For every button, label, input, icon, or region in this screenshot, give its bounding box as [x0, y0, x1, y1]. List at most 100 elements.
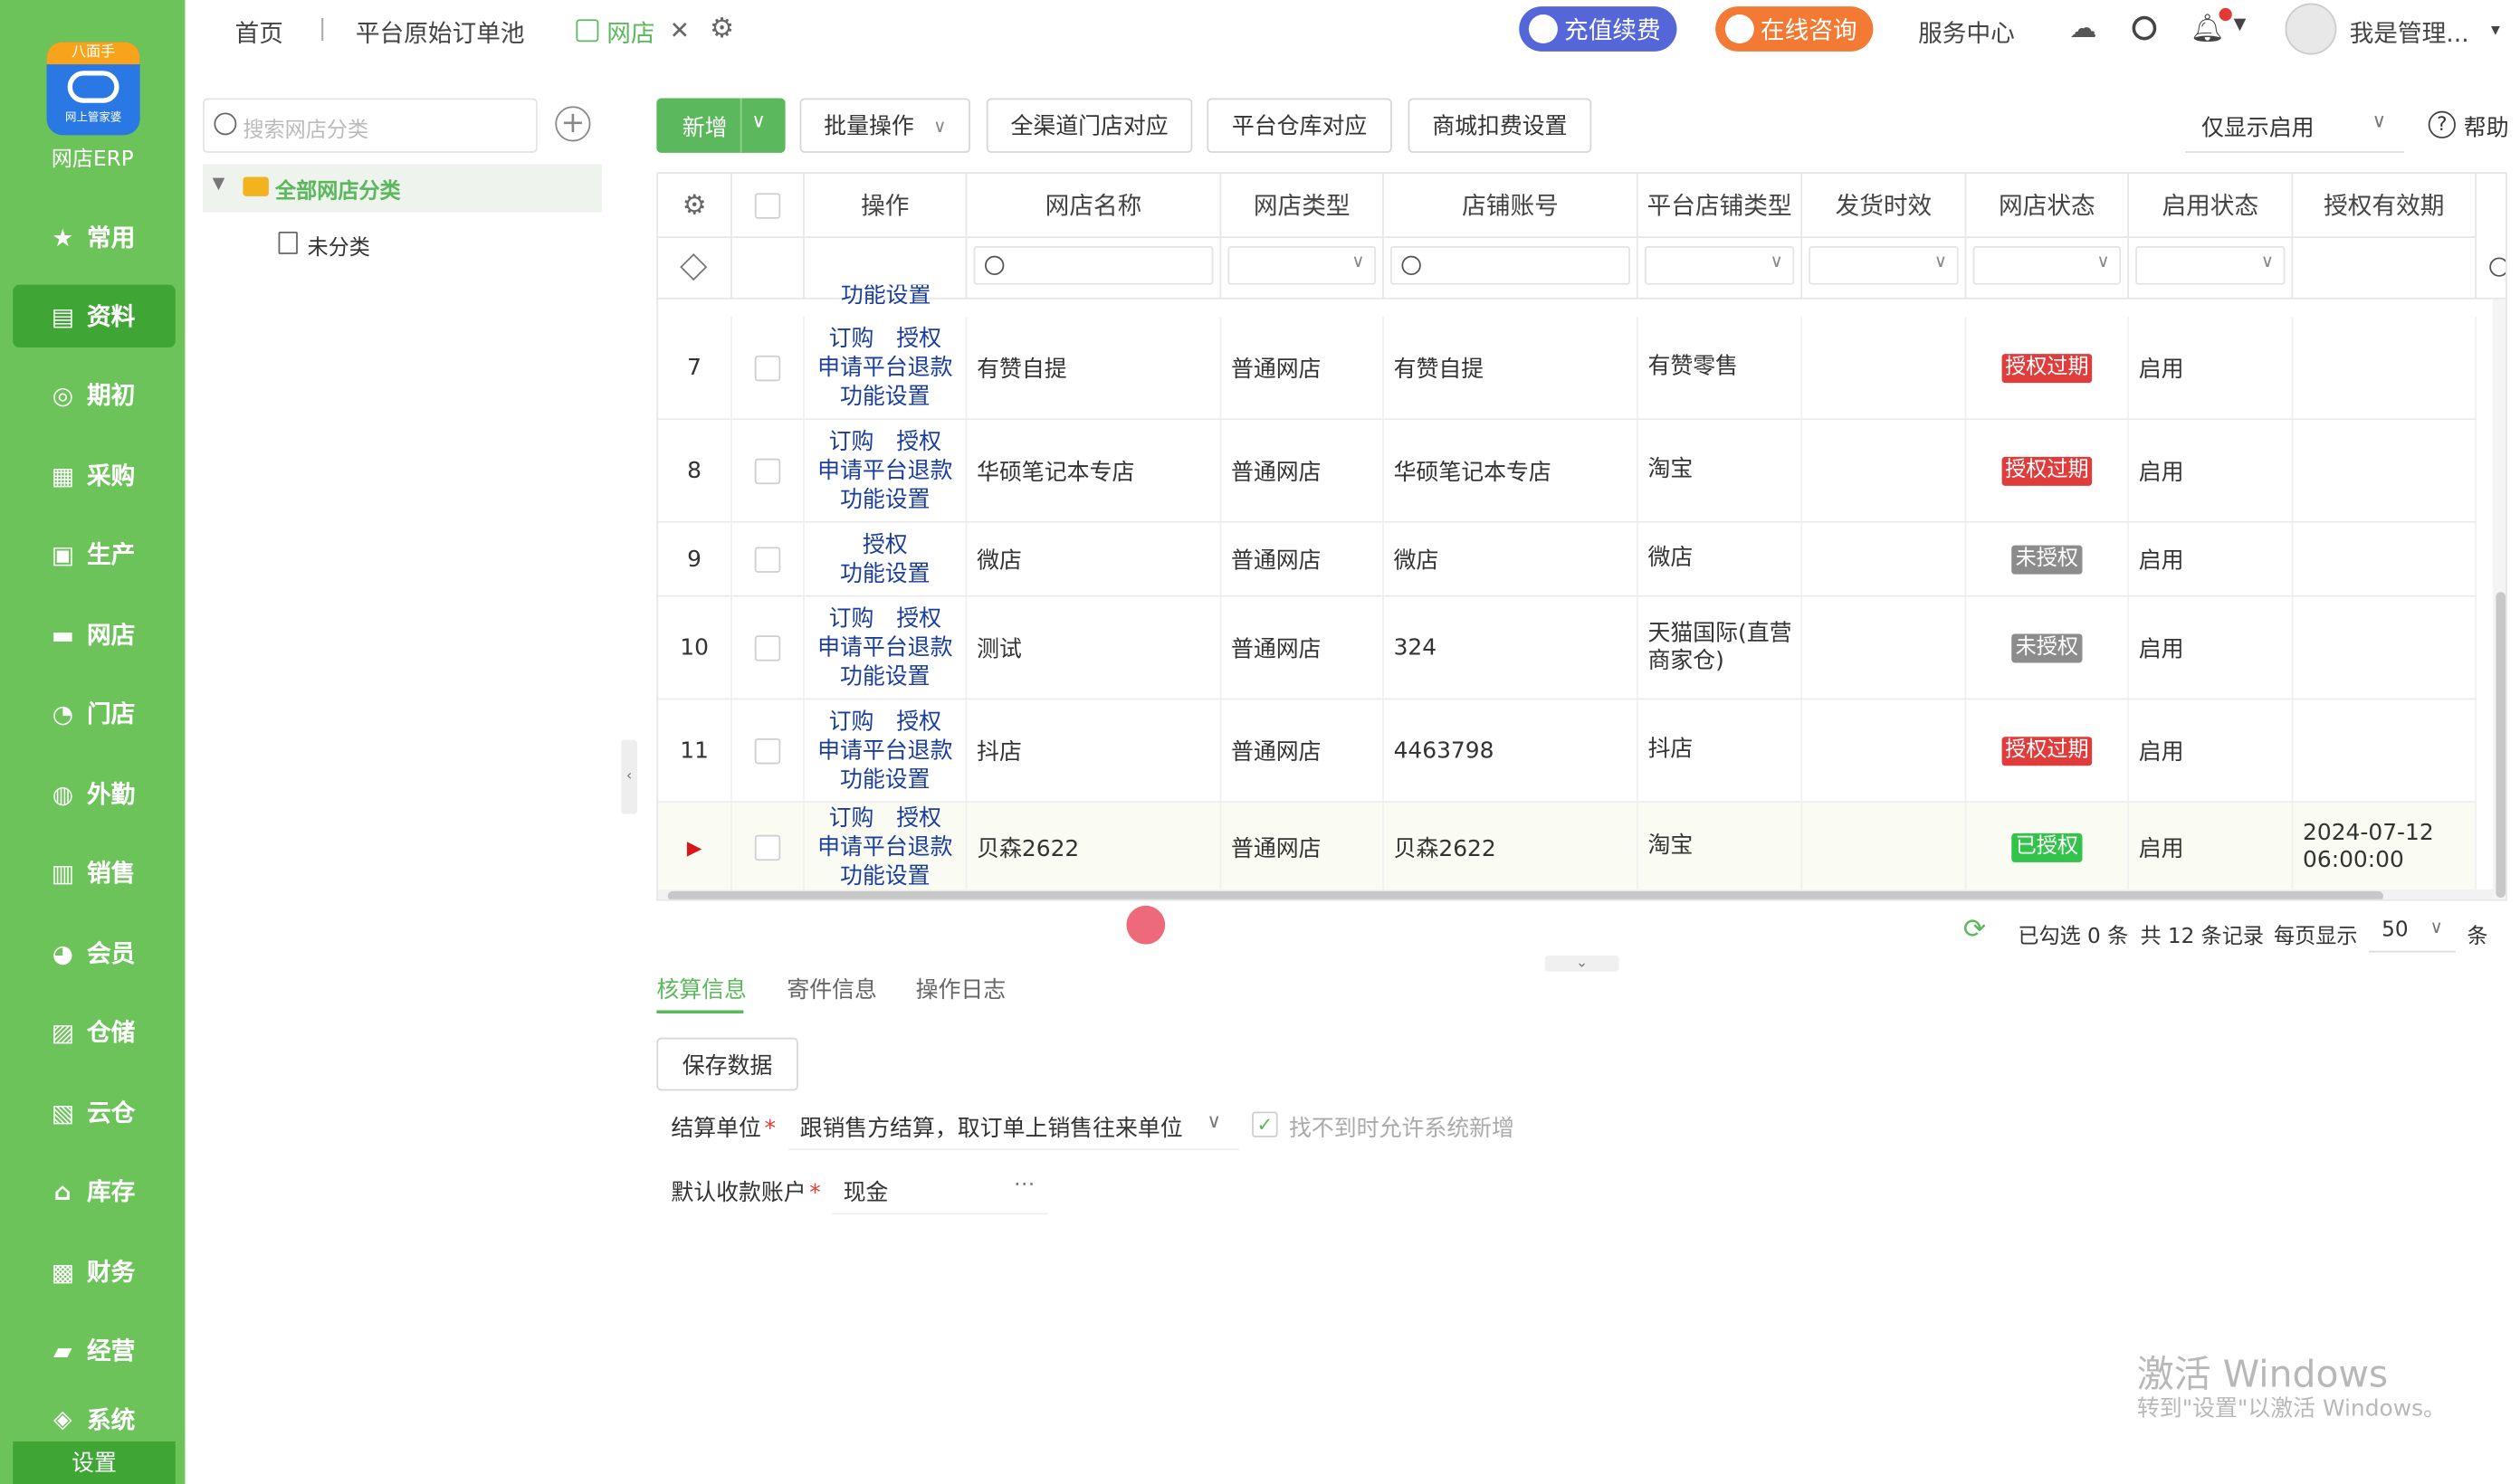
- refund-link[interactable]: 申请平台退款: [817, 832, 952, 861]
- refund-link[interactable]: 申请平台退款: [817, 456, 952, 485]
- sidebar-item-inventory[interactable]: ⌂ 库存: [13, 1160, 176, 1222]
- eraser-icon[interactable]: [680, 253, 708, 281]
- collapse-panel-icon[interactable]: ‹: [621, 739, 638, 814]
- auth-link[interactable]: 授权: [896, 709, 941, 734]
- column-header-ops[interactable]: 操作: [804, 174, 968, 239]
- collapse-down-icon[interactable]: ⌄: [1544, 956, 1619, 972]
- row-checkbox[interactable]: [754, 634, 781, 661]
- row-checkbox[interactable]: [754, 457, 781, 484]
- refund-link[interactable]: 申请平台退款: [817, 353, 952, 382]
- sidebar-item-sales[interactable]: ▥ 销售: [13, 842, 176, 904]
- row-checkbox[interactable]: [754, 546, 781, 573]
- filter-select[interactable]: 仅显示启用 ∨: [2185, 98, 2405, 153]
- allow-new-checkbox[interactable]: ✓: [1252, 1111, 1278, 1137]
- row-checkbox[interactable]: [754, 737, 781, 764]
- sidebar-item-shop[interactable]: ▬ 网店: [13, 604, 176, 666]
- filter-delivery-select[interactable]: ∨: [1809, 246, 1959, 285]
- service-center-link[interactable]: 服务中心: [1918, 16, 2015, 50]
- column-header-type[interactable]: 网店类型: [1221, 174, 1384, 239]
- caret-down-icon[interactable]: ▼: [213, 176, 225, 194]
- per-page-select[interactable]: 50 ∨: [2368, 910, 2456, 953]
- vertical-scroll-thumb[interactable]: [2496, 592, 2506, 899]
- order-link[interactable]: 订购: [829, 429, 874, 454]
- order-link[interactable]: 订购: [829, 605, 874, 631]
- select-all-checkbox[interactable]: [754, 192, 781, 218]
- function-settings-link[interactable]: 功能设置: [840, 861, 931, 890]
- table-row[interactable]: 11 订购 授权 申请平台退款 功能设置 抖店 普通网店 4463798 抖店 授权过期 启用: [658, 699, 2477, 804]
- save-button[interactable]: 保存数据: [656, 1037, 798, 1091]
- sidebar-item-star[interactable]: ★ 常用: [13, 206, 176, 269]
- add-category-icon[interactable]: +: [555, 106, 591, 142]
- filter-platform-select[interactable]: ∨: [1644, 246, 1795, 285]
- table-row[interactable]: 8 订购 授权 申请平台退款 功能设置 华硕笔记本专店 普通网店 华硕笔记本专店 淘宝 授权过期启…: [658, 420, 2477, 523]
- table-row[interactable]: ▶ 订购 授权 申请平台退款 功能设置 贝森2622 普通网店 贝森2622 淘宝 已授权 启用 20…: [658, 803, 2477, 893]
- gear-icon[interactable]: ⚙: [710, 13, 734, 45]
- row-checkbox[interactable]: [754, 833, 781, 861]
- horizontal-scrollbar[interactable]: [658, 889, 2493, 899]
- sidebar-item-cloud[interactable]: ▧ 云仓: [13, 1081, 176, 1144]
- auth-link[interactable]: 授权: [896, 429, 941, 454]
- sidebar-item-warehouse[interactable]: ▨ 仓储: [13, 1001, 176, 1063]
- order-link[interactable]: 订购: [829, 709, 874, 734]
- row-checkbox[interactable]: [754, 355, 781, 381]
- refund-link[interactable]: 申请平台退款: [817, 633, 952, 662]
- settle-select[interactable]: 跟销售方结算，取订单上销售往来单位 ∨: [788, 1102, 1239, 1151]
- column-header-platform[interactable]: 平台店铺类型: [1637, 174, 1803, 239]
- auth-link[interactable]: 授权: [896, 326, 941, 351]
- partial-row-ops[interactable]: 功能设置: [805, 285, 968, 304]
- refund-link[interactable]: 申请平台退款: [817, 736, 952, 765]
- more-icon[interactable]: ⋯: [1014, 1173, 1035, 1197]
- avatar[interactable]: [2285, 3, 2337, 55]
- filter-status-select[interactable]: ∨: [1972, 246, 2122, 285]
- refresh-icon[interactable]: ⟳: [1963, 914, 1986, 947]
- tab-shipping[interactable]: 寄件信息: [787, 974, 877, 1006]
- help-icon[interactable]: ?: [2428, 110, 2456, 138]
- horizontal-scroll-thumb[interactable]: [667, 890, 2383, 899]
- caret-down-icon[interactable]: ▼: [2234, 16, 2247, 34]
- function-settings-link[interactable]: 功能设置: [840, 382, 931, 411]
- tab-shop[interactable]: 网店: [606, 16, 654, 50]
- user-name[interactable]: 我是管理...: [2350, 16, 2469, 50]
- filter-account-input[interactable]: [1390, 246, 1630, 285]
- filter-type-select[interactable]: ∨: [1227, 246, 1377, 285]
- sidebar-item-system[interactable]: ◈ 系统: [13, 1396, 176, 1441]
- close-tab-icon[interactable]: ✕: [670, 16, 690, 45]
- sidebar-item-target[interactable]: ◎ 期初: [13, 364, 176, 426]
- column-header-expiry[interactable]: 授权有效期: [2293, 174, 2477, 239]
- tree-search-input[interactable]: 搜索网店分类: [203, 98, 538, 153]
- auth-link[interactable]: 授权: [863, 532, 908, 557]
- refresh-icon[interactable]: [2489, 257, 2506, 277]
- settings-button[interactable]: 设置: [13, 1441, 176, 1484]
- auth-link[interactable]: 授权: [896, 805, 941, 831]
- auth-link[interactable]: 授权: [896, 605, 941, 631]
- account-select[interactable]: 现金 ⋯: [832, 1166, 1048, 1215]
- column-settings-icon[interactable]: ⚙: [658, 174, 732, 239]
- table-row[interactable]: 9 授权 功能设置 微店 普通网店 微店 微店 未授权 启用: [658, 522, 2477, 597]
- order-link[interactable]: 订购: [829, 805, 874, 831]
- batch-button[interactable]: 批量操作 ∨: [799, 98, 971, 153]
- filter-name-input[interactable]: [973, 246, 1214, 285]
- sidebar-item-finance[interactable]: ▩ 财务: [13, 1241, 176, 1303]
- sidebar-item-data[interactable]: ▤ 资料: [13, 284, 176, 348]
- column-header-account[interactable]: 店铺账号: [1383, 174, 1638, 239]
- tab-log[interactable]: 操作日志: [916, 974, 1007, 1006]
- tab-orders[interactable]: 平台原始订单池: [356, 16, 525, 50]
- map-warehouse-button[interactable]: 平台仓库对应: [1207, 98, 1392, 153]
- chevron-down-icon[interactable]: ▾: [2491, 19, 2500, 40]
- chevron-down-icon[interactable]: ∨: [751, 109, 766, 132]
- vertical-scrollbar[interactable]: [2492, 299, 2506, 899]
- function-settings-link[interactable]: 功能设置: [840, 662, 931, 691]
- column-header-name[interactable]: 网店名称: [967, 174, 1222, 239]
- sidebar-item-store[interactable]: ◔ 门店: [13, 682, 176, 745]
- help-link[interactable]: 帮助: [2464, 111, 2509, 144]
- column-header-status[interactable]: 网店状态: [1966, 174, 2130, 239]
- tree-root-row[interactable]: ▼ 全部网店分类: [203, 164, 602, 213]
- table-row[interactable]: 10 订购 授权 申请平台退款 功能设置 测试 普通网店 324 天猫国际(直营商家仓) 未授权启…: [658, 596, 2477, 700]
- search-icon[interactable]: [2132, 15, 2157, 41]
- function-settings-link[interactable]: 功能设置: [840, 485, 931, 514]
- column-header-enabled[interactable]: 启用状态: [2129, 174, 2294, 239]
- sidebar-item-production[interactable]: ▣ 生产: [13, 523, 176, 585]
- table-row[interactable]: 7 订购 授权 申请平台退款 功能设置 有赞自提 普通网店 有赞自提 有赞零售 授权过期 启用: [658, 317, 2477, 421]
- cloud-download-icon[interactable]: ☁: [2069, 13, 2096, 45]
- column-header-delivery[interactable]: 发货时效: [1802, 174, 1967, 239]
